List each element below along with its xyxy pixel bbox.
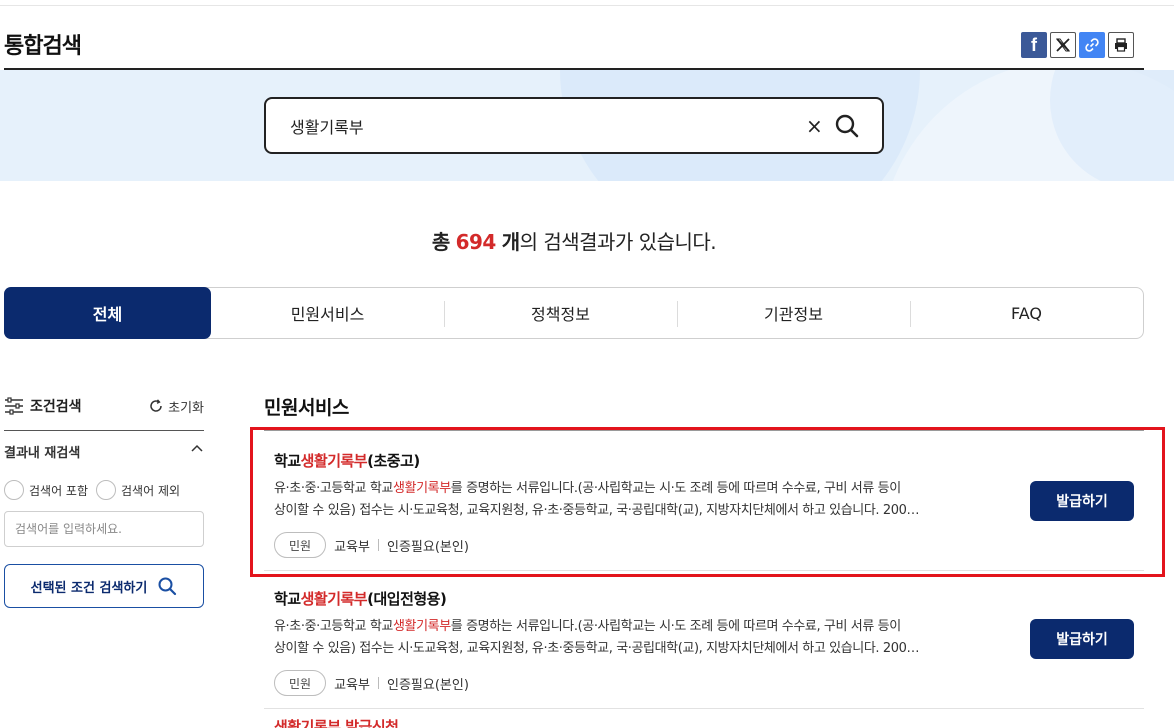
category-tabs: 전체 민원서비스 정책정보 기관정보 FAQ: [4, 287, 1144, 339]
result-item: 학교생활기록부(대입전형용) 유·초·중·고등학교 학교생활기록부를 증명하는 …: [264, 588, 1144, 709]
link-icon: [1085, 38, 1099, 52]
issue-button[interactable]: 발급하기: [1030, 619, 1134, 659]
facebook-share-button[interactable]: f: [1021, 32, 1047, 58]
refresh-icon: [150, 399, 162, 412]
radio-circle[interactable]: [4, 480, 24, 500]
agency-name: 교육부: [334, 677, 370, 693]
page-title: 통합검색: [4, 34, 82, 59]
reset-button[interactable]: 초기화: [148, 397, 204, 416]
category-badge: 민원: [274, 670, 327, 696]
x-logo-icon: [1056, 38, 1070, 52]
result-title[interactable]: 학교생활기록부(대입전형용): [274, 588, 447, 609]
filter-header: 조건검색 초기화: [4, 390, 204, 422]
print-button[interactable]: [1108, 32, 1134, 58]
search-banner: ×: [0, 70, 1174, 181]
sidebar-divider: [4, 430, 204, 431]
apply-filter-button[interactable]: 선택된 조건 검색하기: [4, 564, 204, 608]
sliders-icon: [5, 397, 23, 415]
top-divider: [0, 0, 1174, 6]
filter-title: 조건검색: [4, 396, 82, 416]
share-toolbar: f: [1021, 32, 1134, 58]
auth-requirement: 인증필요(본인): [386, 677, 469, 693]
include-term-radio[interactable]: 검색어 포함: [4, 480, 88, 500]
copy-link-button[interactable]: [1079, 32, 1105, 58]
x-share-button[interactable]: [1050, 32, 1076, 58]
refine-options: 검색어 포함 검색어 제외: [4, 480, 180, 500]
tab-all[interactable]: 전체: [4, 287, 211, 339]
tab-civil-services[interactable]: 민원서비스: [211, 288, 444, 338]
radio-circle[interactable]: [96, 480, 117, 500]
result-meta: 민원 교육부 인증필요(본인): [274, 670, 469, 696]
result-divider: [264, 708, 1144, 709]
refine-search-header[interactable]: 결과내 재검색: [4, 442, 204, 461]
refine-search-label: 결과내 재검색: [4, 446, 81, 461]
next-result-title[interactable]: 생활기록부 발급신청: [274, 716, 398, 728]
clear-search-button[interactable]: ×: [806, 114, 823, 138]
result-count: 총 694 개의 검색결과가 있습니다.: [431, 230, 717, 254]
tab-agency-info[interactable]: 기관정보: [677, 288, 910, 338]
selection-highlight-frame: [250, 427, 1165, 577]
search-input[interactable]: [290, 113, 790, 139]
facebook-icon: f: [1031, 34, 1037, 55]
filter-sidebar: 조건검색 초기화 결과내 재검색 검색어 포함 검색어 제외 선택된 조건 검색…: [4, 390, 204, 608]
filter-title-label: 조건검색: [30, 399, 82, 415]
reset-label: 초기화: [168, 400, 204, 416]
search-icon[interactable]: [834, 113, 860, 139]
search-icon: [158, 577, 177, 596]
tab-faq[interactable]: FAQ: [910, 288, 1143, 338]
meta-separator: [377, 677, 379, 689]
printer-icon: [1115, 38, 1127, 52]
search-box: ×: [264, 97, 884, 154]
chevron-up-icon[interactable]: [190, 442, 204, 456]
exclude-term-radio[interactable]: 검색어 제외: [96, 480, 180, 500]
tab-policy-info[interactable]: 정책정보: [444, 288, 677, 338]
result-description: 유·초·중·고등학교 학교생활기록부를 증명하는 서류입니다.(공·사립학교는 …: [274, 619, 920, 656]
section-title: 민원서비스: [264, 397, 349, 419]
refine-search-input[interactable]: [4, 511, 204, 547]
